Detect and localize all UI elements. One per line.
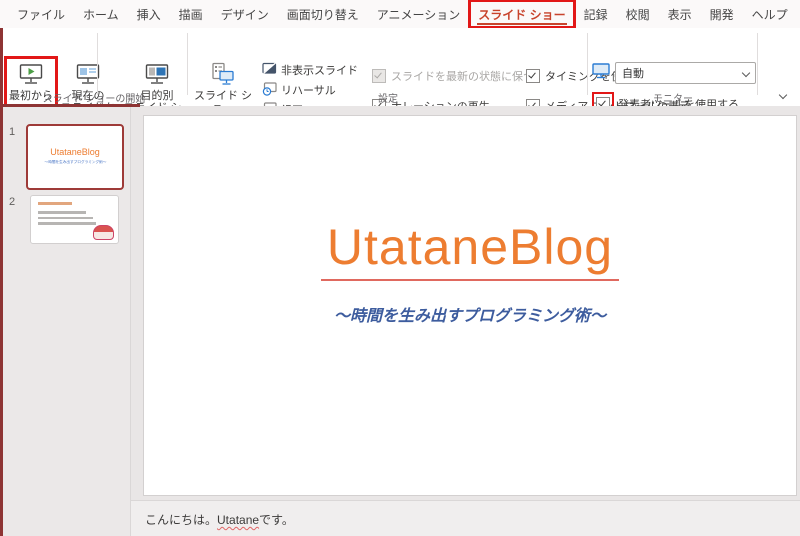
mascot-image — [93, 225, 114, 240]
tab-home[interactable]: ホーム — [74, 0, 128, 28]
custom-show-icon — [144, 61, 170, 87]
hide-slide-icon — [262, 62, 277, 78]
thumb1-subtitle: 〜時間を生み出すプログラミング術〜 — [44, 160, 106, 165]
slide-subtitle-text: 〜時間を生み出すプログラミング術〜 — [333, 308, 606, 325]
group-divider — [587, 33, 588, 95]
slide-edit-area: UtataneBlog 〜時間を生み出すプログラミング術〜 — [131, 106, 800, 500]
notes-text-before: こんにちは。 — [145, 513, 218, 527]
monitor-select[interactable]: 自動 — [615, 62, 756, 84]
tab-view[interactable]: 表示 — [659, 0, 701, 28]
ribbon-slide-show: 最初から 現在の スライドから 目的別 スライド ショー スライド シ — [0, 28, 800, 128]
collapse-ribbon-chevron-icon[interactable] — [778, 90, 788, 100]
checkbox-checked[interactable] — [526, 69, 540, 83]
monitor-select-value: 自動 — [622, 68, 644, 80]
slide-title-textbox[interactable]: UtataneBlog — [144, 218, 796, 281]
slide-1-number: 1 — [9, 126, 16, 138]
set-up-show-icon — [211, 61, 235, 87]
slide-1-thumbnail-selected[interactable]: UtataneBlog 〜時間を生み出すプログラミング術〜 — [26, 124, 124, 190]
tab-transitions[interactable]: 画面切り替え — [278, 0, 368, 28]
thumb2-text-line — [38, 222, 96, 225]
thumb1-title: UtataneBlog — [50, 147, 100, 157]
notes-pane[interactable]: こんにちは。Utataneです。 — [131, 500, 800, 536]
powerpoint-window: ファイル ホーム 挿入 描画 デザイン 画面切り替え アニメーション スライド … — [0, 0, 800, 536]
tab-slide-show-selected[interactable]: スライド ショー — [468, 0, 576, 29]
group-divider — [187, 33, 188, 95]
checkbox-disabled — [372, 69, 386, 83]
notes-misspelled-word: Utatane — [217, 513, 260, 527]
tab-insert[interactable]: 挿入 — [128, 0, 170, 28]
group-divider — [97, 33, 98, 95]
slide-2-number: 2 — [9, 196, 16, 208]
monitor-icon — [592, 62, 610, 84]
tab-record[interactable]: 記録 — [575, 0, 617, 28]
keep-slides-updated-checkbox: スライドを最新の状態に保つ — [372, 68, 534, 84]
hide-slide-label: 非表示スライド — [281, 65, 358, 77]
screenshot-edge-fragment — [0, 104, 140, 107]
chevron-down-icon — [741, 68, 751, 78]
group-divider — [757, 33, 758, 95]
thumb2-text-line — [38, 211, 86, 214]
slide-canvas[interactable]: UtataneBlog 〜時間を生み出すプログラミング術〜 — [143, 115, 797, 496]
tab-review[interactable]: 校閲 — [617, 0, 659, 28]
hide-slide-button[interactable]: 非表示スライド — [262, 62, 358, 78]
group-label-settings: 設定 — [378, 94, 398, 105]
tab-design[interactable]: デザイン — [212, 0, 278, 28]
group-label-monitor: モニター — [653, 94, 693, 105]
group-label-start: スライド ショーの開始 — [42, 94, 146, 105]
notes-text-after: です。 — [259, 513, 294, 527]
slide-2-thumbnail[interactable] — [30, 195, 119, 244]
slide-title-text: UtataneBlog — [320, 218, 620, 281]
tab-draw[interactable]: 描画 — [170, 0, 212, 28]
ribbon-tab-bar: ファイル ホーム 挿入 描画 デザイン 画面切り替え アニメーション スライド … — [0, 0, 800, 29]
keep-slides-updated-label: スライドを最新の状態に保つ — [391, 71, 534, 83]
tab-animations[interactable]: アニメーション — [368, 0, 470, 28]
tab-help[interactable]: ヘルプ — [743, 0, 797, 28]
play-from-beginning-icon — [19, 61, 43, 87]
thumb2-text-line — [38, 216, 93, 219]
slide-thumbnail-panel: 1 UtataneBlog 〜時間を生み出すプログラミング術〜 2 — [3, 106, 131, 536]
thumb2-title-placeholder — [38, 202, 72, 205]
tab-file[interactable]: ファイル — [8, 0, 74, 28]
tab-developer[interactable]: 開発 — [701, 0, 743, 28]
slide-subtitle-textbox[interactable]: 〜時間を生み出すプログラミング術〜 — [144, 302, 796, 326]
